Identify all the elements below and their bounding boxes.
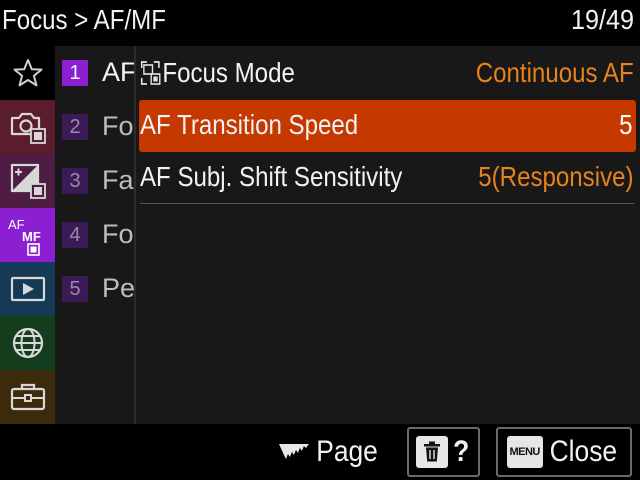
subtab-label: Fa — [102, 165, 134, 195]
trash-key-icon — [416, 436, 449, 468]
subtab-number: 1 — [62, 60, 88, 86]
delete-help-button[interactable]: ? — [407, 427, 480, 477]
subtab-number: 5 — [62, 276, 88, 302]
subtab-label: Fo — [102, 111, 134, 141]
page-label: Page — [316, 435, 378, 468]
menu-item-af-transition-speed[interactable]: AF Transition Speed 5 — [139, 100, 636, 152]
page-button[interactable]: Page — [278, 427, 382, 477]
category-sidebar: AF MF — [0, 46, 55, 424]
category-tab-focus[interactable]: AF MF — [0, 208, 55, 262]
exposure-film-icon — [10, 163, 46, 199]
playback-icon — [10, 276, 45, 302]
toolbox-icon — [10, 383, 45, 411]
subtab-number: 2 — [62, 114, 88, 140]
category-tab-setup[interactable] — [0, 370, 55, 424]
subtab-number: 3 — [62, 168, 88, 194]
subtab-column: 1 AF 2 Fo 3 Fa 4 Fo 5 Pe — [55, 46, 134, 424]
menu-key-label: MENU — [509, 446, 540, 458]
menu-key-icon: MENU — [506, 436, 543, 468]
svg-text:MF: MF — [22, 229, 41, 244]
subtab-label: Pe — [102, 273, 134, 303]
focus-mode-icon — [140, 61, 161, 85]
close-button[interactable]: MENU Close — [496, 427, 632, 477]
menu-item-value: Continuous AF — [476, 57, 634, 88]
page-dial-icon — [278, 444, 309, 459]
menu-item-label: AF Subj. Shift Sensitivity — [140, 161, 403, 192]
header-bar: Focus > AF/MF 19/49 — [0, 0, 640, 44]
category-tab-shooting[interactable] — [0, 100, 55, 154]
category-tab-exposure-color[interactable] — [0, 154, 55, 208]
page-counter: 19/49 — [570, 4, 634, 35]
footer-bar: Page ? MENU Close — [0, 424, 640, 480]
subtab-1[interactable]: 1 AF — [55, 46, 134, 100]
help-label: ? — [453, 435, 470, 468]
subtab-4[interactable]: 4 Fo — [55, 208, 134, 262]
subtab-number: 4 — [62, 222, 88, 248]
close-label: Close — [549, 435, 617, 468]
category-tab-playback[interactable] — [0, 262, 55, 316]
menu-item-label-wrap: Focus Mode — [140, 56, 295, 90]
menu-item-value: 5 — [619, 109, 633, 140]
category-tab-network[interactable] — [0, 316, 55, 370]
subtab-3[interactable]: 3 Fa — [55, 154, 134, 208]
globe-icon — [12, 327, 43, 359]
breadcrumb: Focus > AF/MF — [2, 4, 166, 35]
subtab-5[interactable]: 5 Pe — [55, 262, 134, 316]
menu-item-focus-mode[interactable]: Focus Mode Continuous AF — [136, 48, 640, 100]
row-divider — [140, 203, 634, 204]
subtab-2[interactable]: 2 Fo — [55, 100, 134, 154]
camera-film-icon — [10, 112, 46, 144]
menu-item-af-subj-shift-sensitivity[interactable]: AF Subj. Shift Sensitivity 5(Responsive) — [136, 152, 640, 204]
subtab-label: Fo — [102, 219, 134, 249]
menu-item-value: 5(Responsive) — [478, 161, 634, 192]
star-icon — [13, 59, 42, 87]
menu-item-label: AF Transition Speed — [140, 109, 359, 140]
menu-item-label: Focus Mode — [162, 57, 295, 88]
subtab-label: AF — [102, 57, 134, 87]
menu-panel: Focus Mode Continuous AF AF Transition S… — [136, 46, 640, 424]
af-mf-icon: AF MF — [8, 217, 41, 256]
category-tab-favorites[interactable] — [0, 46, 55, 100]
